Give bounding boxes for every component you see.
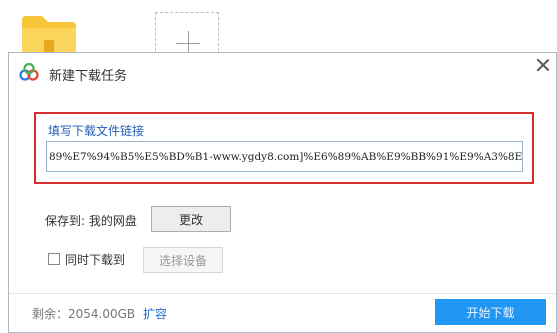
url-section: 填写下载文件链接 xyxy=(34,112,534,184)
save-to-label: 保存到: 我的网盘 xyxy=(45,214,137,228)
baidu-netdisk-logo-icon xyxy=(19,63,39,81)
sync-download-label: 同时下载到 xyxy=(65,253,126,267)
footer-divider xyxy=(9,293,556,294)
dialog-titlebar: 新建下载任务 xyxy=(9,53,556,91)
sync-download-checkbox[interactable] xyxy=(48,253,60,265)
storage-remaining: 剩余：2054.00GB xyxy=(32,307,136,321)
start-download-button[interactable]: 开始下载 xyxy=(435,299,546,325)
url-input[interactable] xyxy=(46,141,523,172)
select-device-button[interactable]: 选择设备 xyxy=(143,247,223,273)
close-icon[interactable] xyxy=(536,58,550,72)
new-download-dialog: 新建下载任务 填写下载文件链接 保存到: 我的网盘 更改 同时下载到 选择设备 … xyxy=(8,52,557,333)
change-button[interactable]: 更改 xyxy=(151,206,231,232)
dialog-title: 新建下载任务 xyxy=(49,69,128,84)
expand-storage-link[interactable]: 扩容 xyxy=(143,305,167,322)
url-section-label: 填写下载文件链接 xyxy=(48,124,145,138)
